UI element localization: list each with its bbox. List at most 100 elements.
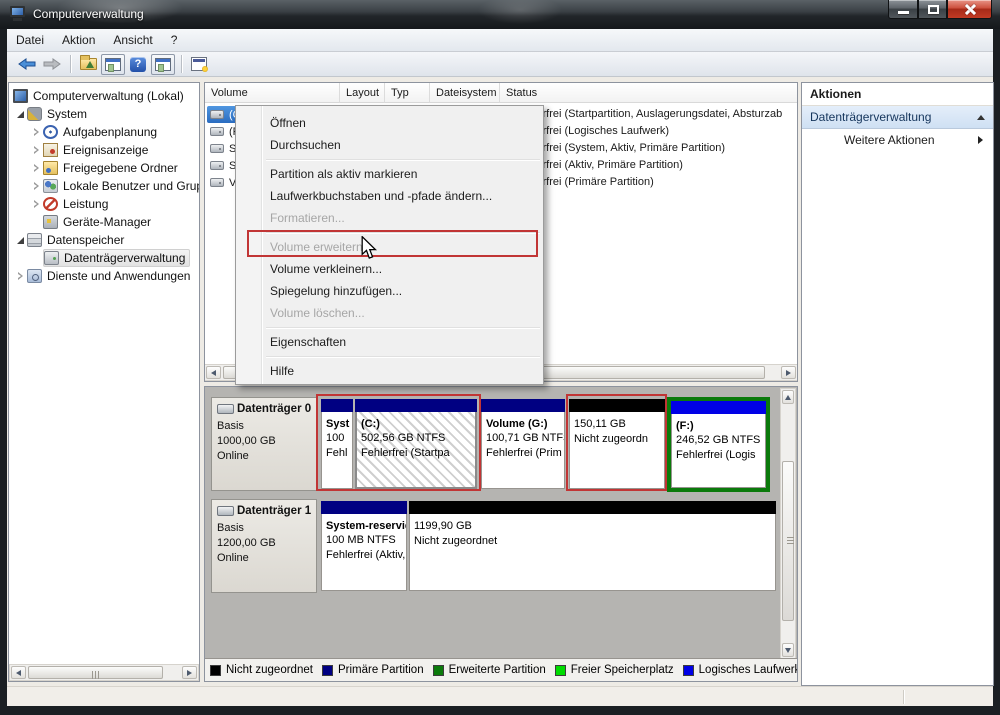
tree-item-dienste[interactable]: Dienste und Anwendungen: [15, 267, 190, 285]
tree-item-ereignisanzeige[interactable]: Ereignisanzeige: [31, 141, 148, 159]
show-console-tree-button[interactable]: [101, 53, 125, 75]
tree-horizontal-scrollbar[interactable]: [9, 664, 199, 681]
menu-item-hilfe[interactable]: Hilfe: [236, 360, 543, 382]
disk0-info-box[interactable]: Datenträger 0 Basis 1000,00 GB Online: [211, 397, 317, 491]
expander-closed-icon[interactable]: [31, 128, 41, 136]
partition-system-reserved-disk1[interactable]: System-reservier 100 MB NTFS Fehlerfrei …: [321, 501, 407, 591]
export-list-button[interactable]: [76, 54, 100, 75]
menu-separator: [266, 159, 540, 160]
partition-label: Syst: [326, 418, 350, 430]
expander-open-icon[interactable]: [15, 236, 25, 244]
partition-f-logical[interactable]: (F:) 246,52 GB NTFS Fehlerfrei (Logis: [671, 401, 766, 488]
partition-size: 502,56 GB NTFS: [361, 432, 446, 444]
scroll-right-button[interactable]: [182, 666, 197, 679]
partition-c-selected[interactable]: (C:) 502,56 GB NTFS Fehlerfrei (Startpa: [355, 399, 477, 489]
legend-label: Erweiterte Partition: [448, 664, 546, 676]
expander-closed-icon[interactable]: [31, 164, 41, 172]
tree-item-datenspeicher[interactable]: Datenspeicher: [15, 231, 124, 249]
partition-label: (C:): [361, 418, 380, 430]
disk-vertical-scrollbar[interactable]: [780, 388, 796, 659]
menu-item-laufwerkbuchstaben[interactable]: Laufwerkbuchstaben und -pfade ändern...: [236, 185, 543, 207]
back-button[interactable]: [15, 54, 39, 75]
tree-item-aufgabenplanung[interactable]: Aufgabenplanung: [31, 123, 157, 141]
scroll-thumb[interactable]: [28, 666, 163, 679]
services-icon: [27, 269, 42, 283]
menu-datei[interactable]: Datei: [7, 30, 53, 50]
actions-group-datentraegerverwaltung[interactable]: Datenträgerverwaltung: [802, 106, 993, 129]
expander-closed-icon[interactable]: [31, 182, 41, 190]
disk-state: Online: [217, 450, 249, 462]
partition-system-reserved-disk0[interactable]: Syst 100 Fehl: [321, 399, 353, 489]
tree-item-geraete-manager[interactable]: Geräte-Manager: [43, 213, 151, 231]
close-button[interactable]: [947, 0, 992, 19]
volume-status: Fehlerfrei (System, Aktiv, Primäre Parti…: [515, 142, 726, 154]
maximize-icon: [928, 5, 939, 14]
chevron-right-icon[interactable]: [978, 136, 983, 144]
disk1-info-box[interactable]: Datenträger 1 Basis 1200,00 GB Online: [211, 499, 317, 593]
partition-size: 100 MB NTFS: [326, 534, 396, 546]
expander-closed-icon[interactable]: [31, 200, 41, 208]
column-header-volume[interactable]: Volume: [205, 83, 340, 103]
partition-unallocated-disk1[interactable]: 1199,90 GB Nicht zugeordnet: [409, 501, 776, 591]
menu-item-spiegelung[interactable]: Spiegelung hinzufügen...: [236, 280, 543, 302]
system-icon: [27, 107, 42, 121]
legend-color-swatch: [321, 664, 333, 676]
column-header-status[interactable]: Status: [500, 83, 797, 103]
menu-item-eigenschaften[interactable]: Eigenschaften: [236, 331, 543, 353]
chevron-up-icon[interactable]: [977, 114, 985, 120]
legend-color-swatch: [682, 664, 694, 676]
menu-item-oeffnen[interactable]: Öffnen: [236, 112, 543, 134]
minimize-icon: [898, 11, 909, 14]
computer-icon: [13, 89, 28, 103]
partition-unallocated-disk0[interactable]: 150,11 GB Nicht zugeordn: [569, 399, 665, 489]
tree-item-label: Datenspeicher: [47, 233, 125, 247]
scroll-left-button[interactable]: [11, 666, 26, 679]
snapin-button[interactable]: [187, 54, 211, 75]
partition-label: Volume (G:): [486, 418, 548, 430]
toolbar-separator: [70, 55, 71, 73]
tree-item-root[interactable]: Computerverwaltung (Lokal): [13, 87, 184, 105]
expander-open-icon[interactable]: [15, 110, 25, 118]
scroll-thumb[interactable]: [782, 461, 794, 621]
actions-pane: Aktionen Datenträgerverwaltung Weitere A…: [801, 82, 994, 686]
column-header-typ[interactable]: Typ: [385, 83, 430, 103]
show-action-pane-button[interactable]: [151, 53, 175, 75]
computer-icon: [10, 6, 27, 22]
help-button[interactable]: ?: [126, 54, 150, 75]
tree-item-lokale-benutzer[interactable]: Lokale Benutzer und Gruppen: [31, 177, 199, 195]
menu-item-volume-verkleinern[interactable]: Volume verkleinern...: [236, 258, 543, 280]
menu-ansicht[interactable]: Ansicht: [104, 30, 161, 50]
menu-item-durchsuchen[interactable]: Durchsuchen: [236, 134, 543, 156]
tree-item-datentraegerverwaltung[interactable]: Datenträgerverwaltung: [43, 249, 191, 267]
scroll-down-button[interactable]: [782, 643, 794, 657]
actions-weitere-aktionen[interactable]: Weitere Aktionen: [802, 129, 993, 151]
shared-folder-icon: [43, 161, 58, 175]
partition-g[interactable]: Volume (G:) 100,71 GB NTFS Fehlerfrei (P…: [481, 399, 565, 489]
minimize-button[interactable]: [888, 0, 918, 19]
legend-label: Freier Speicherplatz: [570, 664, 674, 676]
arrow-left-icon: [211, 369, 216, 376]
column-header-dateisystem[interactable]: Dateisystem: [430, 83, 500, 103]
menu-aktion[interactable]: Aktion: [53, 30, 104, 50]
tree-item-label: Ereignisanzeige: [63, 143, 149, 157]
disk-name: Datenträger 0: [237, 403, 312, 415]
scroll-up-button[interactable]: [782, 390, 794, 404]
scroll-right-button[interactable]: [781, 366, 796, 379]
expander-closed-icon[interactable]: [15, 272, 25, 280]
partition-legend: Nicht zugeordnet Primäre Partition Erwei…: [205, 658, 797, 681]
legend-color-swatch: [554, 664, 566, 676]
maximize-button[interactable]: [918, 0, 947, 19]
column-header-layout[interactable]: Layout: [340, 83, 385, 103]
menu-item-partition-aktiv[interactable]: Partition als aktiv markieren: [236, 163, 543, 185]
extended-partition-frame: (F:) 246,52 GB NTFS Fehlerfrei (Logis: [667, 397, 770, 492]
expander-closed-icon[interactable]: [31, 146, 41, 154]
tree-item-freigegebene-ordner[interactable]: Freigegebene Ordner: [31, 159, 178, 177]
disk-management-icon: [44, 251, 59, 265]
scroll-left-button[interactable]: [206, 366, 221, 379]
menu-hilfe[interactable]: ?: [162, 30, 187, 50]
forward-button[interactable]: [40, 54, 64, 75]
thumb-grip: [91, 671, 100, 679]
tree-item-system[interactable]: System: [15, 105, 87, 123]
actions-group-label: Datenträgerverwaltung: [810, 110, 932, 124]
tree-item-leistung[interactable]: Leistung: [31, 195, 108, 213]
